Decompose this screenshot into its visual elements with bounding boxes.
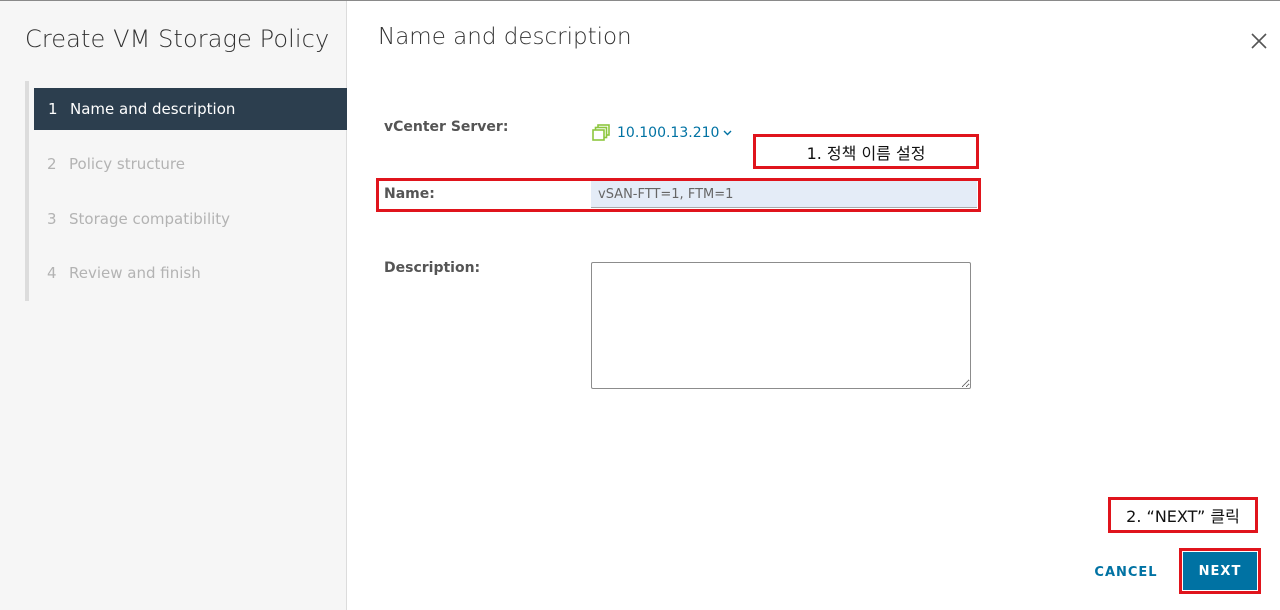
step-label: Review and finish bbox=[69, 264, 201, 282]
step-label: Policy structure bbox=[69, 155, 185, 173]
step-number: 1 bbox=[48, 100, 58, 118]
vcenter-select[interactable]: 10.100.13.210 bbox=[592, 124, 732, 142]
wizard-title: Create VM Storage Policy bbox=[25, 25, 330, 53]
page-title: Name and description bbox=[378, 24, 632, 50]
cancel-button[interactable]: CANCEL bbox=[1080, 556, 1172, 588]
vcenter-label: vCenter Server: bbox=[384, 119, 509, 135]
annotation-highlight-next bbox=[1179, 548, 1261, 594]
step-name-and-description[interactable]: 1 Name and description bbox=[34, 88, 347, 130]
annotation-step2-label: 2. “NEXT” 클릭 bbox=[1108, 497, 1258, 533]
step-number: 2 bbox=[47, 155, 57, 173]
description-textarea[interactable] bbox=[591, 262, 971, 389]
annotation-highlight-name bbox=[376, 178, 981, 212]
step-label: Name and description bbox=[70, 100, 236, 118]
vcenter-value: 10.100.13.210 bbox=[617, 125, 720, 141]
wizard-sidebar: Create VM Storage Policy 1 Name and desc… bbox=[0, 1, 347, 610]
description-label: Description: bbox=[384, 260, 481, 276]
vcenter-icon bbox=[592, 124, 610, 141]
close-icon bbox=[1251, 33, 1267, 49]
step-review-and-finish[interactable]: 4 Review and finish bbox=[29, 252, 347, 294]
step-number: 4 bbox=[47, 264, 57, 282]
step-label: Storage compatibility bbox=[69, 210, 231, 228]
annotation-step1-label: 1. 정책 이름 설정 bbox=[753, 134, 979, 169]
step-policy-structure[interactable]: 2 Policy structure bbox=[29, 143, 347, 185]
chevron-down-icon bbox=[723, 130, 732, 136]
step-number: 3 bbox=[47, 210, 57, 228]
close-button[interactable] bbox=[1246, 28, 1272, 54]
step-storage-compatibility[interactable]: 3 Storage compatibility bbox=[29, 198, 347, 240]
wizard-steps: 1 Name and description 2 Policy structur… bbox=[25, 81, 347, 301]
